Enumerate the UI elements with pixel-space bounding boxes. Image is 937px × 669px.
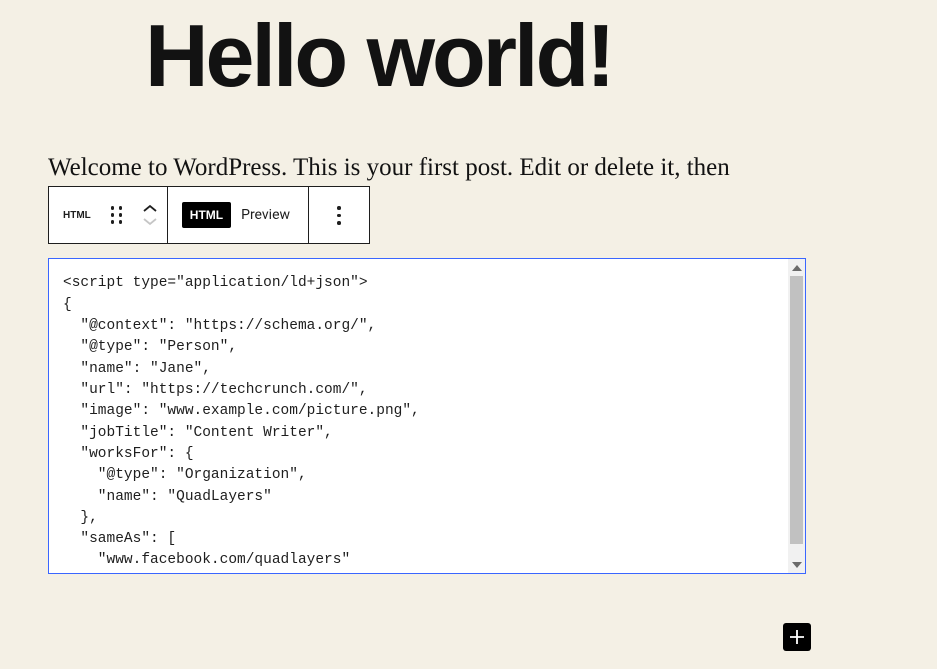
triangle-up-icon [792, 265, 802, 271]
plus-icon [787, 627, 807, 647]
preview-label: Preview [241, 207, 308, 223]
add-block-button[interactable] [783, 623, 811, 651]
block-toolbar: HTML HTML Preview [48, 186, 370, 244]
intro-paragraph[interactable]: Welcome to WordPress. This is your first… [48, 154, 937, 182]
scrollbar-thumb[interactable] [790, 276, 803, 544]
scroll-down-button[interactable] [788, 556, 805, 573]
triangle-down-icon [792, 562, 802, 568]
chevron-up-icon [142, 204, 158, 214]
scroll-up-button[interactable] [788, 259, 805, 276]
code-editor-textarea[interactable]: <script type="application/ld+json"> { "@… [49, 259, 788, 573]
html-code-block: <script type="application/ld+json"> { "@… [48, 258, 806, 574]
html-badge: HTML [182, 202, 231, 228]
toolbar-group-more [309, 187, 369, 243]
scrollbar[interactable] [788, 259, 805, 573]
html-mode-button[interactable]: HTML [168, 187, 241, 243]
chevron-down-icon [142, 216, 158, 226]
preview-mode-button[interactable]: Preview [241, 187, 308, 243]
block-movers [133, 187, 167, 243]
more-vertical-icon [337, 206, 341, 225]
move-up-button[interactable] [142, 204, 158, 214]
page-title: Hello world! [145, 10, 937, 102]
block-type-button[interactable]: HTML [49, 187, 101, 243]
toolbar-group-mode: HTML Preview [168, 187, 309, 243]
drag-handle[interactable] [101, 187, 133, 243]
move-down-button[interactable] [142, 216, 158, 226]
toolbar-group-block: HTML [49, 187, 168, 243]
drag-handle-icon [111, 206, 123, 224]
more-options-button[interactable] [309, 187, 369, 243]
